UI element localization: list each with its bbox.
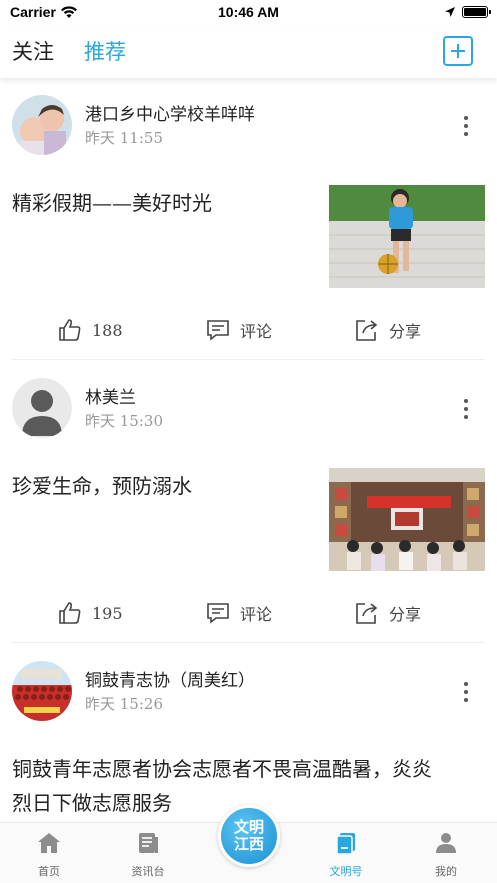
tab-wenminghao-label: 文明号	[329, 865, 363, 878]
post-title-line-2[interactable]: 烈日下做志愿服务	[12, 787, 172, 816]
share-button[interactable]: 分享	[355, 600, 421, 626]
more-options-icon[interactable]	[458, 681, 474, 703]
status-bar: Carrier 10:46 AM	[0, 0, 497, 26]
like-count: 195	[92, 603, 123, 623]
post-thumbnail[interactable]	[329, 468, 485, 571]
tab-home[interactable]: 首页	[19, 831, 79, 879]
author-avatar[interactable]	[12, 95, 72, 155]
comment-label: 评论	[240, 605, 273, 624]
post-title-line-1[interactable]: 铜鼓青年志愿者协会志愿者不畏高温酷暑，炎炎	[12, 753, 432, 782]
tab-news-label: 资讯台	[131, 865, 165, 878]
home-icon	[38, 833, 60, 853]
center-logo-button[interactable]: 文明 江西	[218, 805, 280, 867]
logo-text-line-2: 江西	[233, 835, 264, 853]
top-nav: 关注 推荐	[0, 26, 497, 78]
tab-me[interactable]: 我的	[416, 831, 476, 879]
location-arrow-icon	[445, 7, 455, 17]
share-button[interactable]: 分享	[355, 317, 421, 343]
like-button[interactable]: 188	[58, 317, 123, 343]
thumbs-up-icon	[59, 319, 81, 341]
author-name[interactable]: 林美兰	[85, 383, 136, 408]
tab-wenminghao[interactable]: 文明号	[316, 831, 376, 879]
tab-me-label: 我的	[435, 865, 457, 878]
document-icon	[336, 833, 355, 855]
author-name[interactable]: 港口乡中心学校羊咩咩	[85, 100, 255, 125]
thumbs-up-icon	[59, 602, 81, 624]
post-time: 昨天 15:26	[85, 695, 163, 713]
user-icon	[436, 833, 456, 853]
comment-icon	[207, 320, 229, 341]
battery-icon	[462, 6, 491, 18]
divider	[12, 359, 485, 360]
share-icon	[356, 603, 378, 624]
divider	[12, 642, 485, 643]
tab-follow[interactable]: 关注	[12, 36, 54, 66]
logo-text-line-1: 文明	[233, 818, 264, 836]
share-label: 分享	[389, 605, 422, 624]
tab-home-label: 首页	[38, 865, 60, 878]
news-icon	[139, 833, 158, 853]
post-title[interactable]: 珍爱生命，预防溺水	[12, 470, 192, 499]
tab-recommend[interactable]: 推荐	[84, 36, 126, 66]
add-post-button[interactable]	[443, 36, 473, 66]
comment-button[interactable]: 评论	[206, 600, 272, 626]
author-name[interactable]: 铜鼓青志协（周美红）	[85, 666, 255, 691]
share-label: 分享	[389, 322, 422, 341]
clock: 10:46 AM	[218, 4, 279, 20]
author-avatar[interactable]	[12, 661, 72, 721]
more-options-icon[interactable]	[458, 398, 474, 420]
post-time: 昨天 15:30	[85, 412, 163, 430]
post-actions: 188 评论 分享	[0, 317, 497, 347]
post-thumbnail[interactable]	[329, 185, 485, 288]
post-actions: 195 评论 分享	[0, 600, 497, 630]
more-options-icon[interactable]	[458, 115, 474, 137]
post-time: 昨天 11:55	[85, 129, 163, 147]
comment-icon	[207, 603, 229, 624]
comment-button[interactable]: 评论	[206, 317, 272, 343]
like-button[interactable]: 195	[58, 600, 123, 626]
share-icon	[356, 320, 378, 341]
post-title[interactable]: 精彩假期——美好时光	[12, 187, 212, 216]
tab-news[interactable]: 资讯台	[118, 831, 178, 879]
like-count: 188	[92, 320, 123, 340]
author-avatar[interactable]	[12, 378, 72, 438]
comment-label: 评论	[240, 322, 273, 341]
